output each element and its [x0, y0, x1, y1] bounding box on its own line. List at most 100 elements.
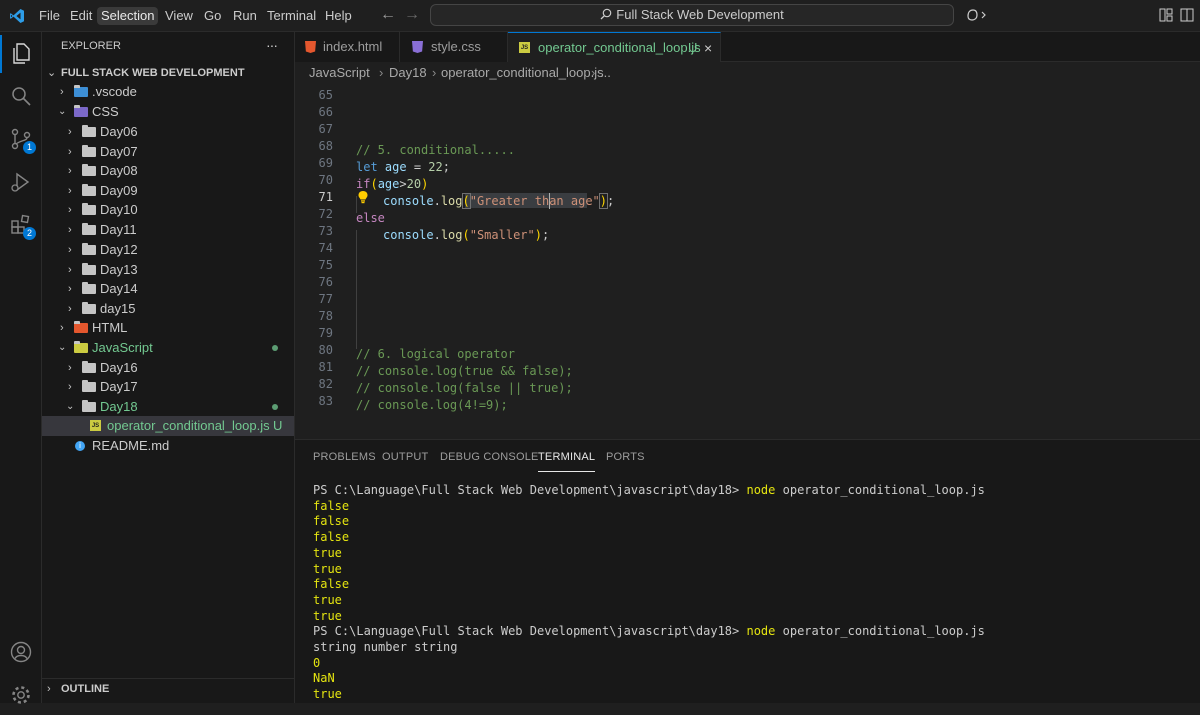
tree-item-label: Day17	[100, 379, 138, 394]
outline-section[interactable]: › OUTLINE	[42, 678, 294, 699]
tree-item-day11[interactable]: › Day11	[42, 220, 294, 240]
workspace-root[interactable]: ⌄ FULL STACK WEB DEVELOPMENT	[42, 63, 294, 83]
tree-item-day06[interactable]: › Day06	[42, 122, 294, 142]
line-number: 68	[318, 139, 333, 153]
untracked-status: U	[688, 40, 698, 55]
tab-debug-console[interactable]: DEBUG CONSOLE	[440, 451, 539, 463]
tree-item-day18[interactable]: ⌄ Day18	[42, 397, 294, 417]
settings-gear-icon[interactable]	[0, 675, 42, 715]
terminal-prompt: PS C:\Language\Full Stack Web Developmen…	[313, 624, 747, 639]
code-editor[interactable]: 65 66 67 68 69 70 71 72 73 74 75 76 77 78 79 80 81 82 83 /…	[295, 84, 1200, 439]
breadcrumb-day18[interactable]: Day18	[389, 62, 427, 84]
tree-item-day08[interactable]: › Day08	[42, 161, 294, 181]
forward-arrow-icon[interactable]: →	[404, 6, 420, 24]
tree-item-vscode[interactable]: › .vscode	[42, 82, 294, 102]
line-number: 82	[318, 377, 333, 391]
chevron-right-icon: ›	[60, 322, 64, 334]
tab-ports[interactable]: PORTS	[606, 451, 645, 463]
tab-operator-conditional-loop[interactable]: JS operator_conditional_loop.js U ×	[508, 32, 721, 62]
tree-item-day16[interactable]: › Day16	[42, 358, 294, 378]
menu-file[interactable]: File	[35, 7, 64, 25]
chevron-right-icon: ›	[68, 204, 72, 216]
breadcrumb-javascript[interactable]: JavaScript	[309, 62, 370, 84]
tree-item-day14[interactable]: › Day14	[42, 279, 294, 299]
open-folder-icon	[82, 400, 96, 412]
tree-item-day09[interactable]: › Day09	[42, 181, 294, 201]
tree-item-day12[interactable]: › Day12	[42, 240, 294, 260]
tree-item-html[interactable]: › HTML	[42, 318, 294, 338]
chevron-right-icon: ›	[68, 303, 72, 315]
tree-item-day15[interactable]: › day15	[42, 299, 294, 319]
tree-item-day07[interactable]: › Day07	[42, 142, 294, 162]
breadcrumb-separator-icon: ›	[591, 65, 596, 80]
layout-toggle-icon[interactable]	[1159, 8, 1173, 22]
explorer-title: EXPLORER	[61, 40, 121, 52]
menu-help[interactable]: Help	[321, 7, 356, 25]
tree-item-javascript[interactable]: ⌄ JavaScript	[42, 338, 294, 358]
info-icon: i	[75, 441, 85, 451]
tree-item-readme[interactable]: i README.md	[42, 436, 294, 456]
menu-go[interactable]: Go	[200, 7, 225, 25]
tree-item-active-file[interactable]: JS operator_conditional_loop.js U	[42, 416, 294, 436]
menu-edit[interactable]: Edit	[66, 7, 96, 25]
command-center[interactable]: Full Stack Web Development	[430, 4, 954, 26]
terminal-output-line: false	[313, 514, 350, 529]
folder-icon	[82, 243, 96, 255]
bottom-panel: PROBLEMS OUTPUT DEBUG CONSOLE TERMINAL P…	[295, 439, 1200, 703]
html-folder-icon	[74, 321, 88, 333]
terminal-output-line: NaN	[313, 671, 335, 686]
tab-label: style.css	[431, 39, 481, 54]
tree-item-day17[interactable]: › Day17	[42, 377, 294, 397]
terminal-output-line: string number string	[313, 640, 458, 654]
css3-icon	[412, 41, 423, 53]
menu-view[interactable]: View	[161, 7, 197, 25]
tab-terminal[interactable]: TERMINAL	[538, 451, 596, 472]
tab-problems[interactable]: PROBLEMS	[313, 451, 376, 463]
chevron-right-icon: ›	[68, 224, 72, 236]
chevron-right-icon: ›	[60, 86, 64, 98]
folder-icon	[82, 361, 96, 373]
tree-item-day10[interactable]: › Day10	[42, 200, 294, 220]
tree-item-label: operator_conditional_loop.js	[107, 418, 270, 433]
menu-selection[interactable]: Selection	[97, 7, 159, 25]
tree-item-day13[interactable]: › Day13	[42, 260, 294, 280]
terminal-output-line: false	[313, 498, 350, 513]
more-actions-icon[interactable]: ···	[266, 37, 278, 53]
run-debug-icon[interactable]	[0, 162, 42, 202]
copilot-icon[interactable]	[966, 7, 988, 23]
close-icon[interactable]: ×	[704, 33, 712, 63]
breadcrumb: JavaScript › Day18 › JS operator_conditi…	[295, 62, 1200, 84]
tab-output[interactable]: OUTPUT	[382, 451, 428, 463]
terminal-output-line: true	[313, 545, 342, 560]
tree-item-label: Day10	[100, 202, 138, 217]
back-arrow-icon[interactable]: ←	[380, 6, 396, 24]
chevron-right-icon: ›	[68, 283, 72, 295]
tab-style-css[interactable]: style.css	[400, 32, 508, 62]
outline-label: OUTLINE	[61, 683, 110, 695]
terminal-output-line: false	[313, 577, 350, 592]
menu-run[interactable]: Run	[229, 7, 261, 25]
account-icon[interactable]	[0, 632, 42, 672]
explorer-icon[interactable]	[0, 34, 42, 74]
source-control-icon[interactable]: 1	[0, 119, 42, 159]
terminal-output-line: true	[313, 608, 342, 623]
indent-guide	[356, 247, 357, 349]
chevron-down-icon: ⌄	[58, 106, 67, 117]
html5-icon	[305, 41, 316, 53]
customize-layout-icon[interactable]	[1180, 8, 1194, 22]
tree-item-css[interactable]: ⌄ CSS	[42, 102, 294, 122]
search-icon[interactable]	[0, 76, 42, 116]
tree-item-label: Day13	[100, 262, 138, 277]
breadcrumb-symbol[interactable]: ...	[600, 62, 611, 84]
code-line-73: console.log("Smaller");	[383, 228, 550, 242]
folder-icon	[82, 302, 96, 314]
code-line-69: let age = 22;	[356, 160, 450, 174]
tree-item-label: Day12	[100, 242, 138, 257]
chevron-right-icon: ›	[68, 264, 72, 276]
breadcrumb-file[interactable]: operator_conditional_loop.js	[441, 62, 604, 84]
folder-icon	[82, 184, 96, 196]
tab-index-html[interactable]: index.html	[295, 32, 400, 62]
menu-terminal[interactable]: Terminal	[263, 7, 320, 25]
untracked-status: U	[273, 418, 283, 433]
extensions-icon[interactable]: 2	[0, 205, 42, 245]
